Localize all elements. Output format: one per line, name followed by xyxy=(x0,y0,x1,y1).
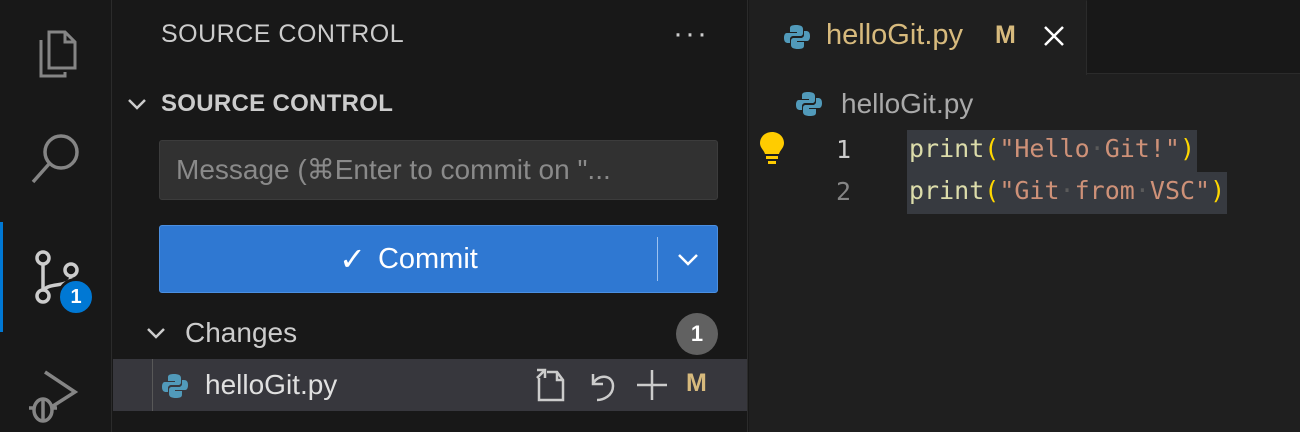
token-paren: ) xyxy=(1179,134,1196,163)
search-activity[interactable] xyxy=(0,104,112,214)
section-title: SOURCE CONTROL xyxy=(161,90,394,117)
source-control-sidebar: SOURCE CONTROL ··· SOURCE CONTROL ✓ Comm… xyxy=(113,0,748,432)
commit-button-group: ✓ Commit xyxy=(159,225,718,293)
changed-file-row[interactable]: helloGit.py M xyxy=(113,359,747,411)
files-icon xyxy=(39,30,77,78)
editor-area: helloGit.py M helloGit.py 1 print("Hello… xyxy=(749,0,1300,432)
source-control-activity[interactable]: 1 xyxy=(0,222,112,332)
code-line[interactable]: 1 print("Hello·Git!") xyxy=(749,130,1300,172)
token-string: Git!" xyxy=(1104,134,1180,163)
commit-dropdown-button[interactable] xyxy=(658,226,717,292)
breadcrumb-file: helloGit.py xyxy=(841,88,974,119)
activity-bar: 1 xyxy=(0,0,112,432)
tab-label: helloGit.py xyxy=(826,19,964,51)
commit-button[interactable]: ✓ Commit xyxy=(160,226,657,292)
line-number: 1 xyxy=(835,135,851,164)
section-header-source-control[interactable]: SOURCE CONTROL xyxy=(123,84,393,124)
search-icon xyxy=(31,134,79,184)
token-paren: ) xyxy=(1210,176,1226,205)
explorer-activity[interactable] xyxy=(0,0,112,110)
file-row-actions xyxy=(533,365,671,405)
python-file-icon xyxy=(796,92,822,116)
tab-modified-badge: M xyxy=(995,21,1016,49)
line-code: print("Git·from·VSC") xyxy=(907,172,1228,214)
scm-count-badge: 1 xyxy=(57,278,95,316)
chevron-down-icon xyxy=(147,328,165,339)
python-file-icon xyxy=(784,25,810,49)
chevron-down-icon xyxy=(128,99,146,110)
stage-changes-icon[interactable] xyxy=(633,366,671,404)
token-string: from xyxy=(1074,176,1135,205)
close-icon[interactable] xyxy=(1039,21,1069,51)
whitespace-dot: · xyxy=(1134,176,1150,205)
commit-label: Commit xyxy=(377,242,478,275)
check-icon: ✓ xyxy=(339,241,366,277)
token-string: VSC" xyxy=(1149,176,1211,205)
changed-file-name: helloGit.py xyxy=(205,369,338,400)
indent-guide xyxy=(152,359,153,411)
breadcrumb[interactable]: helloGit.py xyxy=(795,86,973,122)
tab-hellogit[interactable]: helloGit.py M xyxy=(749,0,1087,75)
line-number: 2 xyxy=(835,177,851,206)
token-string: "Hello xyxy=(999,134,1090,163)
file-status-badge: M xyxy=(686,369,707,397)
code-line[interactable]: 2 print("Git·from·VSC") xyxy=(749,172,1300,214)
commit-message-input[interactable] xyxy=(159,140,718,200)
open-file-icon[interactable] xyxy=(533,366,571,404)
run-debug-icon xyxy=(29,370,79,423)
whitespace-dot: · xyxy=(1059,176,1075,205)
changes-label: Changes xyxy=(185,317,298,348)
python-file-icon xyxy=(162,374,188,398)
run-debug-activity[interactable] xyxy=(0,340,112,432)
token-string: "Git xyxy=(999,176,1060,205)
more-actions-button[interactable]: ··· xyxy=(661,12,721,56)
sidebar-title: SOURCE CONTROL xyxy=(161,20,405,48)
token-function: print xyxy=(909,134,985,163)
token-function: print xyxy=(909,176,985,205)
tab-strip: helloGit.py M xyxy=(749,0,1300,75)
line-code: print("Hello·Git!") xyxy=(907,130,1198,172)
discard-changes-icon[interactable] xyxy=(583,366,621,404)
chevron-down-icon xyxy=(677,254,698,266)
whitespace-dot: · xyxy=(1089,134,1105,163)
token-paren: ( xyxy=(984,176,1000,205)
changes-group-header[interactable]: Changes xyxy=(143,312,723,354)
changes-count-badge: 1 xyxy=(676,313,718,355)
token-paren: ( xyxy=(984,134,1000,163)
